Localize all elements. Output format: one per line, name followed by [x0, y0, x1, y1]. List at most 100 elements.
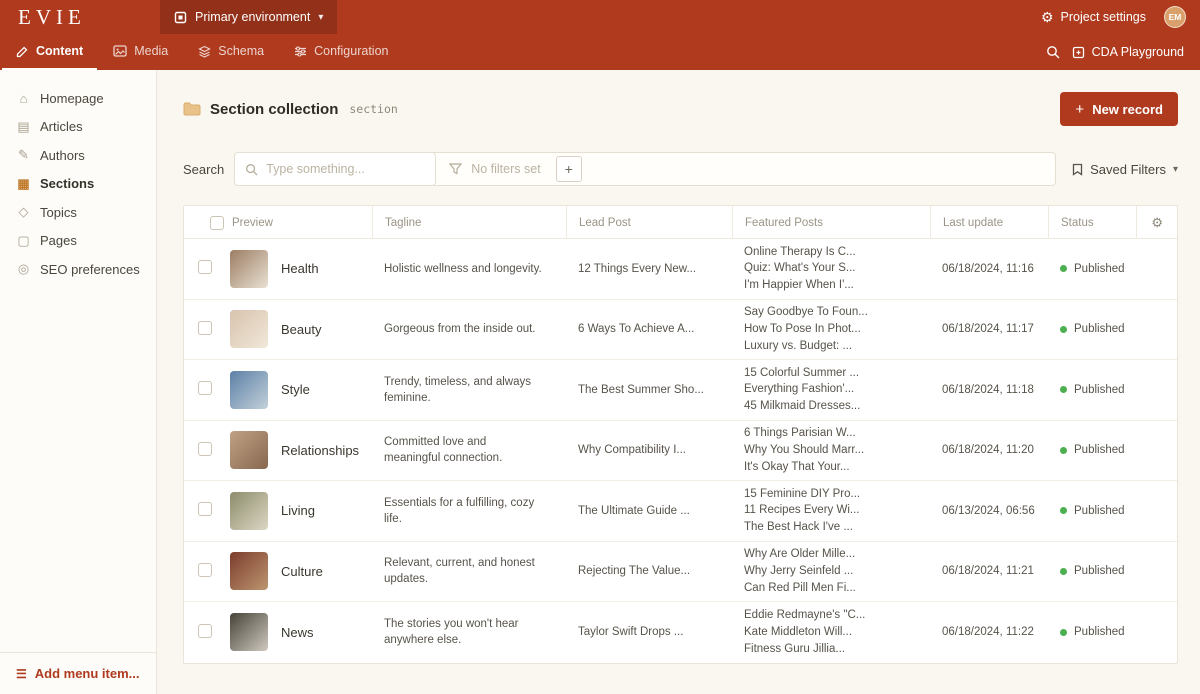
status-dot-published — [1060, 447, 1067, 454]
section-name: Living — [281, 503, 315, 518]
row-checkbox[interactable] — [198, 502, 212, 516]
sliders-icon — [294, 45, 307, 58]
tab-media[interactable]: Media — [99, 34, 182, 70]
lead-post-cell: 6 Ways To Achieve A... — [566, 321, 732, 337]
preview-thumbnail — [230, 310, 268, 348]
plus-icon: + — [1075, 101, 1084, 118]
select-all-checkbox[interactable] — [210, 216, 224, 230]
lead-post-cell: The Ultimate Guide ... — [566, 503, 732, 519]
section-name: Culture — [281, 564, 323, 579]
featured-posts-cell: Eddie Redmayne's "C... Kate Middleton Wi… — [732, 607, 930, 657]
section-name: News — [281, 625, 314, 640]
preview-thumbnail — [230, 250, 268, 288]
sidebar-item-articles[interactable]: ▤ Articles — [0, 113, 156, 142]
content-type-badge: section — [349, 102, 397, 116]
featured-posts-cell: 15 Colorful Summer ... Everything Fashio… — [732, 365, 930, 415]
lead-post-cell: Taylor Swift Drops ... — [566, 624, 732, 640]
table-row-relationships[interactable]: Relationships Committed love and meaning… — [184, 421, 1177, 482]
project-settings-button[interactable]: ⚙ Project settings — [1041, 9, 1146, 26]
status-cell: Published — [1048, 563, 1136, 579]
status-dot-published — [1060, 265, 1067, 272]
featured-posts-cell: 15 Feminine DIY Pro... 11 Recipes Every … — [732, 486, 930, 536]
status-dot-published — [1060, 326, 1067, 333]
environment-selector[interactable]: Primary environment ▾ — [160, 0, 337, 34]
tagline-cell: Relevant, current, and honest updates. — [372, 555, 566, 587]
environment-label: Primary environment — [195, 10, 310, 24]
tab-configuration[interactable]: Configuration — [280, 34, 402, 70]
bookmark-icon — [1072, 163, 1083, 176]
status-cell: Published — [1048, 624, 1136, 640]
row-checkbox[interactable] — [198, 260, 212, 274]
sidebar-item-homepage[interactable]: ⌂ Homepage — [0, 84, 156, 113]
sidebar-item-pages[interactable]: ▢ Pages — [0, 227, 156, 256]
table-row-health[interactable]: Health Holistic wellness and longevity. … — [184, 239, 1177, 300]
home-icon: ⌂ — [16, 91, 31, 106]
column-header-tagline: Tagline — [372, 206, 566, 239]
lead-post-cell: Rejecting The Value... — [566, 563, 732, 579]
saved-filters-button[interactable]: Saved Filters ▾ — [1072, 162, 1178, 177]
sidebar-item-sections[interactable]: ▦ Sections — [0, 170, 156, 199]
status-label: Published — [1074, 503, 1125, 519]
last-update-cell: 06/13/2024, 06:56 — [930, 503, 1048, 519]
table-row-beauty[interactable]: Beauty Gorgeous from the inside out. 6 W… — [184, 300, 1177, 361]
status-cell: Published — [1048, 442, 1136, 458]
gear-icon: ⚙ — [1041, 9, 1054, 26]
row-checkbox[interactable] — [198, 381, 212, 395]
preview-thumbnail — [230, 552, 268, 590]
featured-posts-cell: Why Are Older Mille... Why Jerry Seinfel… — [732, 546, 930, 596]
no-filters-label: No filters set — [471, 162, 540, 176]
global-search-button[interactable] — [1034, 45, 1072, 59]
row-checkbox[interactable] — [198, 321, 212, 335]
table-row-culture[interactable]: Culture Relevant, current, and honest up… — [184, 542, 1177, 603]
add-filter-button[interactable]: + — [556, 156, 582, 182]
pen-icon: ✎ — [16, 147, 31, 163]
search-label: Search — [183, 162, 224, 177]
search-icon — [245, 163, 258, 176]
status-label: Published — [1074, 442, 1125, 458]
cda-playground-button[interactable]: CDA Playground — [1072, 45, 1184, 59]
sidebar-item-authors[interactable]: ✎ Authors — [0, 141, 156, 170]
column-header-last-update: Last update — [930, 206, 1048, 239]
table-row-style[interactable]: Style Trendy, timeless, and always femin… — [184, 360, 1177, 421]
last-update-cell: 06/18/2024, 11:16 — [930, 261, 1048, 277]
row-checkbox[interactable] — [198, 442, 212, 456]
sidebar: ⌂ Homepage ▤ Articles ✎ Authors ▦ Sectio… — [0, 70, 157, 694]
add-menu-item-button[interactable]: ☰ Add menu item... — [0, 652, 156, 694]
column-settings-gear-icon[interactable]: ⚙ — [1136, 206, 1177, 239]
add-list-icon: ☰ — [16, 667, 27, 681]
sidebar-item-seo-preferences[interactable]: ◎ SEO preferences — [0, 255, 156, 284]
user-avatar[interactable]: EM — [1164, 6, 1186, 28]
table-row-news[interactable]: News The stories you won't hear anywhere… — [184, 602, 1177, 663]
table-header-row: Preview Tagline Lead Post Featured Posts… — [184, 206, 1177, 239]
filter-bar: No filters set + — [234, 152, 1056, 186]
tab-content[interactable]: Content — [2, 34, 97, 70]
environment-icon — [174, 11, 187, 24]
brand-logo: EVIE — [0, 5, 160, 30]
tab-schema[interactable]: Schema — [184, 34, 278, 70]
status-label: Published — [1074, 563, 1125, 579]
row-checkbox[interactable] — [198, 624, 212, 638]
tagline-cell: The stories you won't hear anywhere else… — [372, 616, 566, 648]
cube-icon — [1072, 46, 1085, 59]
page-icon: ▢ — [16, 233, 31, 249]
top-bar: EVIE Primary environment ▾ ⚙ Project set… — [0, 0, 1200, 34]
table-row-living[interactable]: Living Essentials for a fulfilling, cozy… — [184, 481, 1177, 542]
column-header-preview: Preview — [230, 206, 372, 239]
grid-icon: ▦ — [16, 176, 31, 192]
preview-thumbnail — [230, 371, 268, 409]
status-cell: Published — [1048, 382, 1136, 398]
search-input[interactable] — [266, 162, 427, 176]
column-header-featured-posts: Featured Posts — [732, 206, 930, 239]
tagline-cell: Trendy, timeless, and always feminine. — [372, 374, 566, 406]
image-icon — [113, 45, 127, 57]
status-cell: Published — [1048, 321, 1136, 337]
lead-post-cell: The Best Summer Sho... — [566, 382, 732, 398]
page-title: Section collection — [210, 101, 338, 118]
row-checkbox[interactable] — [198, 563, 212, 577]
sidebar-item-topics[interactable]: ◇ Topics — [0, 198, 156, 227]
edit-icon — [16, 45, 29, 58]
status-label: Published — [1074, 382, 1125, 398]
featured-posts-cell: Online Therapy Is C... Quiz: What's Your… — [732, 244, 930, 294]
search-icon — [1046, 45, 1060, 59]
new-record-button[interactable]: + New record — [1060, 92, 1178, 126]
